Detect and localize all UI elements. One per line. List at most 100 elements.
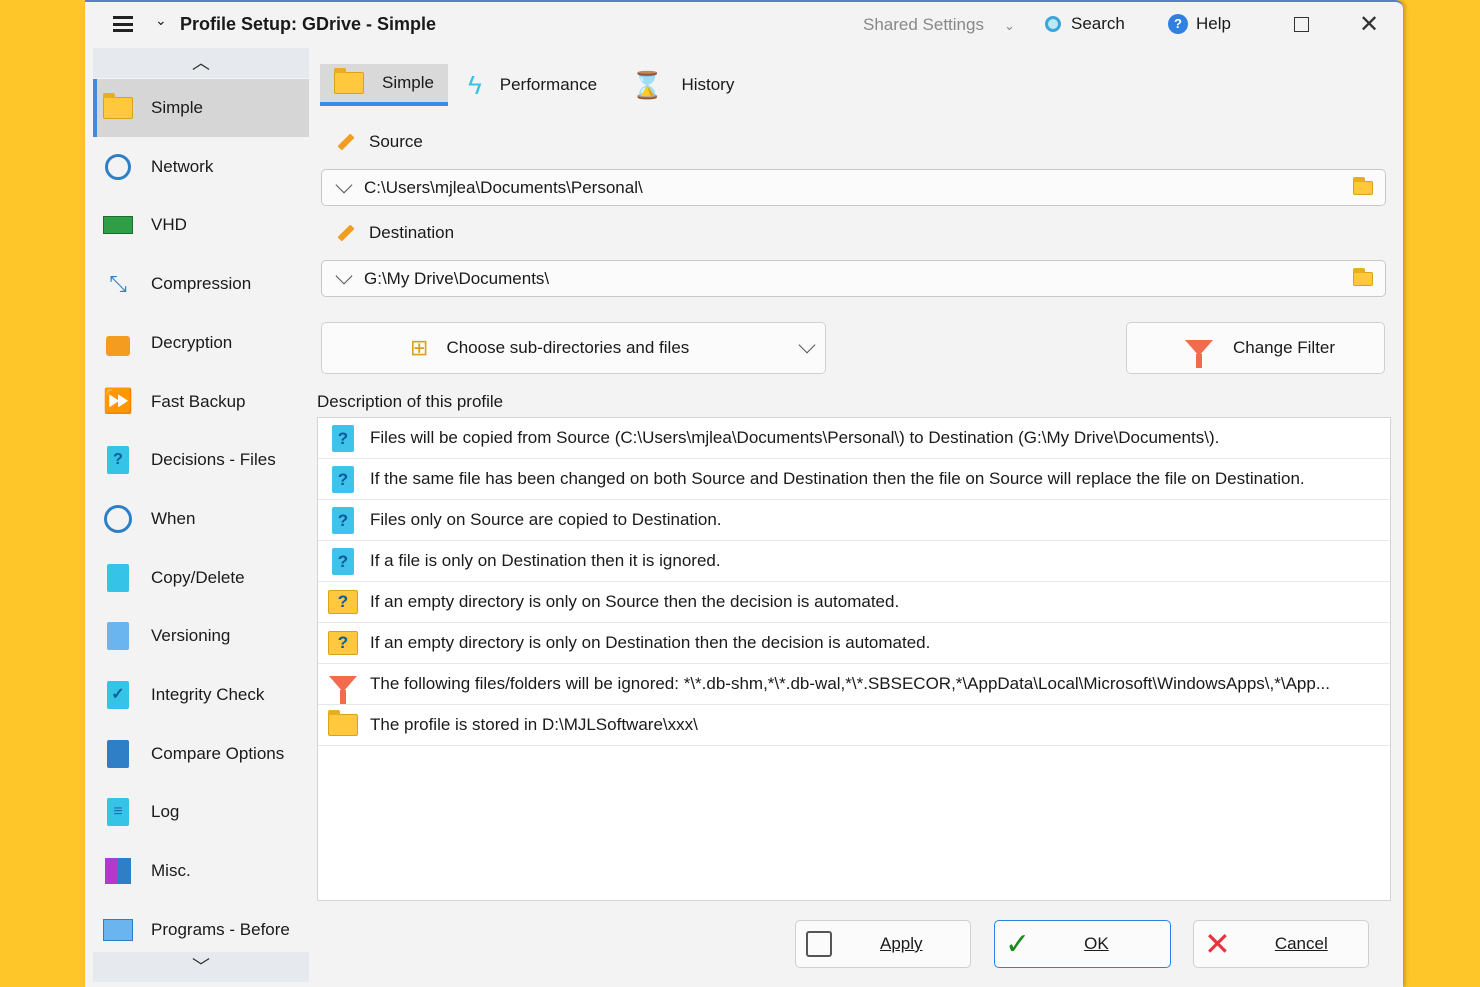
change-filter-label: Change Filter <box>1233 338 1335 358</box>
description-text: Files will be copied from Source (C:\Use… <box>370 428 1219 448</box>
sidebar-item-decryption[interactable]: Decryption <box>93 314 309 372</box>
cancel-button[interactable]: ✕Cancel <box>1193 920 1369 968</box>
sidebar-item-label: Misc. <box>151 861 191 881</box>
apply-button[interactable]: Apply <box>795 920 971 968</box>
description-list: ? Files will be copied from Source (C:\Us… <box>317 417 1391 901</box>
description-row: ? If an empty directory is only on Destin… <box>318 623 1390 664</box>
choose-subdirectories-dropdown[interactable]: ⊞ Choose sub-directories and files <box>321 322 826 374</box>
sidebar-item-misc[interactable]: Misc. <box>93 842 309 900</box>
description-text: If a file is only on Destination then it… <box>370 551 721 571</box>
destination-label: Destination <box>337 223 454 243</box>
lightning-icon: ϟ <box>468 70 482 101</box>
sidebar-item-when[interactable]: When <box>93 490 309 548</box>
destination-path-combo[interactable]: G:\My Drive\Documents\ <box>321 260 1386 297</box>
file-icon <box>103 564 133 592</box>
tab-simple[interactable]: Simple <box>320 64 448 106</box>
programs-icon <box>103 916 133 944</box>
check-file-icon: ✓ <box>103 681 133 709</box>
tab-history[interactable]: ⌛History <box>617 64 748 106</box>
sidebar-item-simple[interactable]: Simple <box>93 79 309 137</box>
chevron-down-icon[interactable] <box>336 267 353 284</box>
sidebar-item-label: Versioning <box>151 626 230 646</box>
tree-icon: ⊞ <box>410 335 428 361</box>
description-row: The following files/folders will be igno… <box>318 664 1390 705</box>
sidebar-item-compare-options[interactable]: Compare Options <box>93 725 309 783</box>
close-button[interactable]: ✕ <box>1359 10 1379 39</box>
lock-icon <box>103 329 133 357</box>
sidebar-item-fast-backup[interactable]: ⏩Fast Backup <box>93 373 309 431</box>
search-icon <box>1045 16 1061 32</box>
sidebar-scroll-up[interactable]: ︿ <box>93 48 309 78</box>
folder-icon <box>103 94 133 122</box>
pencil-icon <box>338 225 355 242</box>
browse-folder-icon[interactable] <box>1353 272 1373 286</box>
compare-icon <box>103 740 133 768</box>
sidebar-item-log[interactable]: ≡Log <box>93 783 309 841</box>
sidebar-item-programs-before[interactable]: Programs - Before <box>93 901 309 959</box>
maximize-button[interactable] <box>1294 17 1309 32</box>
description-row: ?If a file is only on Destination then i… <box>318 541 1390 582</box>
help-button[interactable]: ? Help <box>1168 14 1231 34</box>
sidebar-item-network[interactable]: Network <box>93 138 309 196</box>
hamburger-menu-icon[interactable] <box>113 16 133 32</box>
pencil-icon <box>338 134 355 151</box>
shared-settings-label: Shared Settings <box>863 15 984 34</box>
chevron-down-icon[interactable]: ⌄ <box>155 12 167 29</box>
question-file-icon: ? <box>103 446 133 474</box>
search-button[interactable]: Search <box>1045 14 1125 34</box>
description-row: ? Files only on Source are copied to Dest… <box>318 500 1390 541</box>
sidebar-item-copy-delete[interactable]: Copy/Delete <box>93 549 309 607</box>
sidebar-item-label: VHD <box>151 215 187 235</box>
shared-settings-dropdown[interactable]: Shared Settings ⌄ <box>863 15 1015 35</box>
change-filter-button[interactable]: Change Filter <box>1126 322 1385 374</box>
description-text: If an empty directory is only on Destina… <box>370 633 930 653</box>
help-label: Help <box>1196 14 1231 34</box>
sidebar-item-label: Log <box>151 802 179 822</box>
tab-performance[interactable]: ϟPerformance <box>454 64 611 106</box>
choose-subdirectories-label: Choose sub-directories and files <box>446 338 797 358</box>
description-text: If the same file has been changed on bot… <box>370 469 1305 489</box>
sidebar: ︿ Simple Network VHD ⤡Compression Decryption… <box>93 48 309 984</box>
sidebar-item-decisions-files[interactable]: ? Decisions - Files <box>93 431 309 489</box>
sidebar-item-label: Simple <box>151 98 203 118</box>
source-path-combo[interactable]: C:\Users\mjlea\Documents\Personal\ <box>321 169 1386 206</box>
source-label-text: Source <box>369 132 423 152</box>
sidebar-scroll-down[interactable]: ﹀ <box>93 952 309 982</box>
sidebar-item-label: Compare Options <box>151 744 284 764</box>
vhd-icon <box>103 211 133 239</box>
chevron-down-icon[interactable] <box>336 176 353 193</box>
sidebar-item-label: Network <box>151 157 213 177</box>
ok-label: OK <box>1084 934 1109 954</box>
funnel-icon <box>328 676 358 692</box>
question-file-icon: ? <box>328 507 358 534</box>
ok-button[interactable]: ✓OK <box>994 920 1171 968</box>
sidebar-item-label: Integrity Check <box>151 685 264 705</box>
profile-setup-window: ⌄ Profile Setup: GDrive - Simple Shared … <box>85 0 1403 987</box>
question-folder-icon: ? <box>328 631 358 655</box>
sidebar-item-label: When <box>151 509 195 529</box>
sidebar-item-label: Programs - Before <box>151 920 290 940</box>
sidebar-item-label: Decryption <box>151 333 232 353</box>
tab-label: History <box>681 75 734 95</box>
cancel-label: Cancel <box>1275 934 1328 954</box>
description-row: The profile is stored in D:\MJLSoftware\… <box>318 705 1390 746</box>
folder-icon <box>328 714 358 736</box>
folder-icon <box>334 72 364 94</box>
chevron-down-icon: ⌄ <box>1004 18 1015 33</box>
sidebar-item-versioning[interactable]: Versioning <box>93 607 309 665</box>
description-text: Files only on Source are copied to Desti… <box>370 510 722 530</box>
sidebar-item-compression[interactable]: ⤡Compression <box>93 255 309 313</box>
source-path-value: C:\Users\mjlea\Documents\Personal\ <box>364 178 1353 198</box>
sidebar-item-vhd[interactable]: VHD <box>93 196 309 254</box>
network-icon <box>103 153 133 181</box>
window-title: Profile Setup: GDrive - Simple <box>180 14 436 35</box>
description-row: ?Files will be copied from Source (C:\Us… <box>318 418 1390 459</box>
destination-path-value: G:\My Drive\Documents\ <box>364 269 1353 289</box>
browse-folder-icon[interactable] <box>1353 181 1373 195</box>
help-icon: ? <box>1168 14 1188 34</box>
sidebar-item-integrity-check[interactable]: ✓ Integrity Check <box>93 666 309 724</box>
description-text: If an empty directory is only on Source … <box>370 592 899 612</box>
sidebar-item-label: Decisions - Files <box>151 450 276 470</box>
tab-label: Simple <box>382 73 434 93</box>
tab-bar: Simple ϟPerformance ⌛History <box>320 64 754 106</box>
